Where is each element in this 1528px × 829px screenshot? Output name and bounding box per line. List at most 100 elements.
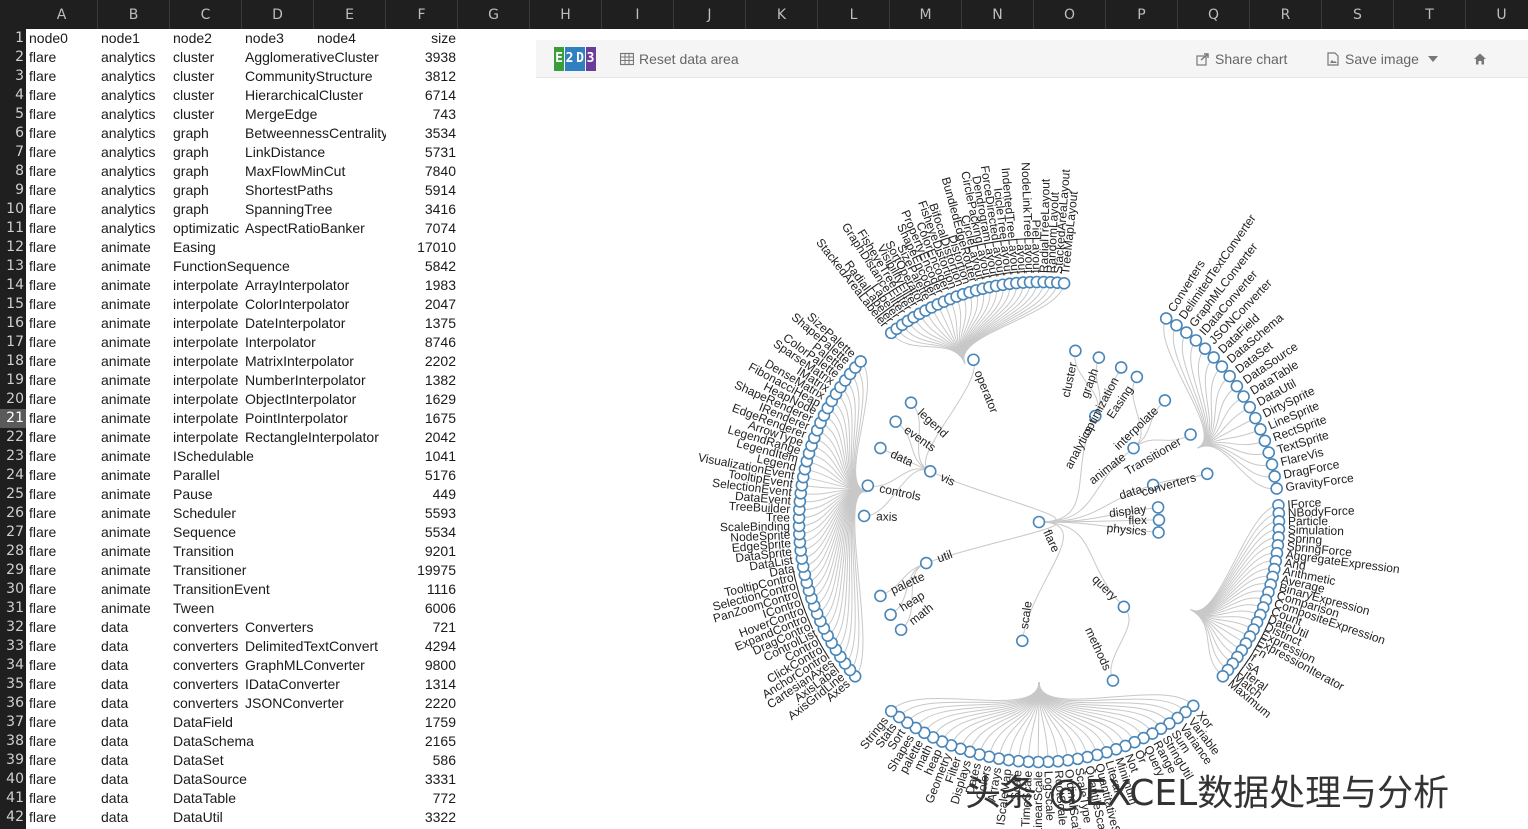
cell[interactable]: 2042 (386, 428, 456, 447)
cell[interactable]: animate (101, 466, 173, 485)
cell[interactable]: flare (29, 257, 101, 276)
cell[interactable]: flare (29, 333, 101, 352)
cell[interactable]: flare (29, 580, 101, 599)
column-header-s[interactable]: S (1322, 0, 1394, 29)
cell[interactable]: converters (173, 656, 245, 675)
row-header[interactable]: 39 (0, 751, 26, 770)
cell[interactable]: 19975 (386, 561, 456, 580)
cell[interactable]: Pause (173, 485, 317, 504)
cell[interactable]: flare (29, 770, 101, 789)
column-header-j[interactable]: J (674, 0, 746, 29)
cell[interactable]: analytics (101, 86, 173, 105)
cell[interactable]: CommunityStructure (245, 67, 386, 86)
row-header[interactable]: 14 (0, 276, 26, 295)
cell[interactable]: data (101, 789, 173, 808)
cell[interactable]: 2220 (386, 694, 456, 713)
cell[interactable]: AgglomerativeCluster (245, 48, 386, 67)
row-header[interactable]: 20 (0, 390, 26, 409)
cell[interactable]: interpolate (173, 352, 245, 371)
cell[interactable]: animate (101, 314, 173, 333)
cell[interactable]: 2202 (386, 352, 456, 371)
cell[interactable]: 3322 (386, 808, 456, 827)
tree-node[interactable] (889, 415, 902, 428)
column-header-n[interactable]: N (962, 0, 1034, 29)
cell[interactable]: animate (101, 504, 173, 523)
row-header[interactable]: 22 (0, 428, 26, 447)
home-button[interactable] (1473, 49, 1492, 69)
cell[interactable]: 1375 (386, 314, 456, 333)
cell[interactable]: 3534 (386, 124, 456, 143)
row-header[interactable]: 32 (0, 618, 26, 637)
row-header[interactable]: 42 (0, 808, 26, 827)
cell[interactable]: flare (29, 162, 101, 181)
cell[interactable]: animate (101, 599, 173, 618)
cell[interactable]: 5176 (386, 466, 456, 485)
cell[interactable]: Tween (173, 599, 317, 618)
tree-node[interactable] (923, 464, 937, 478)
cell[interactable]: ColorInterpolator (245, 295, 386, 314)
cell[interactable]: graph (173, 200, 245, 219)
save-image-button[interactable]: Save image (1326, 49, 1438, 69)
cell[interactable]: FunctionSequence (173, 257, 317, 276)
tree-node[interactable] (1200, 467, 1214, 481)
cell[interactable]: analytics (101, 219, 173, 238)
cell[interactable]: graph (173, 162, 245, 181)
cell[interactable]: 1382 (386, 371, 456, 390)
row-header[interactable]: 41 (0, 789, 26, 808)
tree-node[interactable] (857, 509, 871, 523)
cell[interactable]: flare (29, 390, 101, 409)
cell[interactable]: 3416 (386, 200, 456, 219)
cell[interactable]: analytics (101, 143, 173, 162)
cell[interactable]: flare (29, 409, 101, 428)
column-header-t[interactable]: T (1394, 0, 1466, 29)
tree-node[interactable] (854, 355, 867, 368)
cell[interactable]: ObjectInterpolator (245, 390, 386, 409)
cell[interactable]: animate (101, 580, 173, 599)
tree-node[interactable] (1152, 526, 1165, 539)
tree-node[interactable] (874, 441, 887, 455)
tree-node[interactable] (1215, 360, 1229, 373)
row-header[interactable]: 11 (0, 219, 26, 238)
tree-node[interactable] (1198, 342, 1212, 355)
cell[interactable]: interpolate (173, 276, 245, 295)
cell[interactable]: analytics (101, 124, 173, 143)
cell[interactable]: 1675 (386, 409, 456, 428)
row-header[interactable]: 25 (0, 485, 26, 504)
cell[interactable]: TransitionEvent (173, 580, 317, 599)
cell[interactable]: MergeEdge (245, 105, 386, 124)
cell[interactable]: flare (29, 314, 101, 333)
cell[interactable]: 449 (386, 485, 456, 504)
cell[interactable]: animate (101, 542, 173, 561)
cell[interactable]: 2165 (386, 732, 456, 751)
cell[interactable]: flare (29, 808, 101, 827)
cell[interactable]: size (386, 29, 456, 48)
column-header-l[interactable]: L (818, 0, 890, 29)
cell[interactable]: DataUtil (173, 808, 317, 827)
cell[interactable]: 2047 (386, 295, 456, 314)
tree-node[interactable] (1170, 318, 1183, 332)
cell[interactable]: Transitioner (173, 561, 317, 580)
cell[interactable]: IDataConverter (245, 675, 386, 694)
cell[interactable]: flare (29, 694, 101, 713)
cell[interactable]: 7074 (386, 219, 456, 238)
cell[interactable]: AspectRatioBanker (245, 219, 386, 238)
cell[interactable]: 17010 (386, 238, 456, 257)
cell[interactable]: 5842 (386, 257, 456, 276)
tree-node[interactable] (904, 396, 918, 409)
cell[interactable]: MatrixInterpolator (245, 352, 386, 371)
cell[interactable]: node0 (29, 29, 101, 48)
cell[interactable]: 5914 (386, 181, 456, 200)
cell[interactable]: DataSet (173, 751, 317, 770)
tree-node[interactable] (1159, 312, 1173, 325)
tree-node[interactable] (1114, 361, 1128, 374)
cell[interactable]: Sequence (173, 523, 317, 542)
tree-node[interactable] (1254, 423, 1267, 436)
column-header-f[interactable]: F (386, 0, 458, 29)
cell[interactable]: 721 (386, 618, 456, 637)
e2d3-logo[interactable]: E2D3 (554, 47, 596, 71)
tree-node[interactable] (1265, 458, 1279, 471)
cell[interactable]: RectangleInterpolator (245, 428, 386, 447)
tree-node[interactable] (1189, 334, 1203, 347)
cell[interactable]: data (101, 808, 173, 827)
cell[interactable]: node2 (173, 29, 245, 48)
